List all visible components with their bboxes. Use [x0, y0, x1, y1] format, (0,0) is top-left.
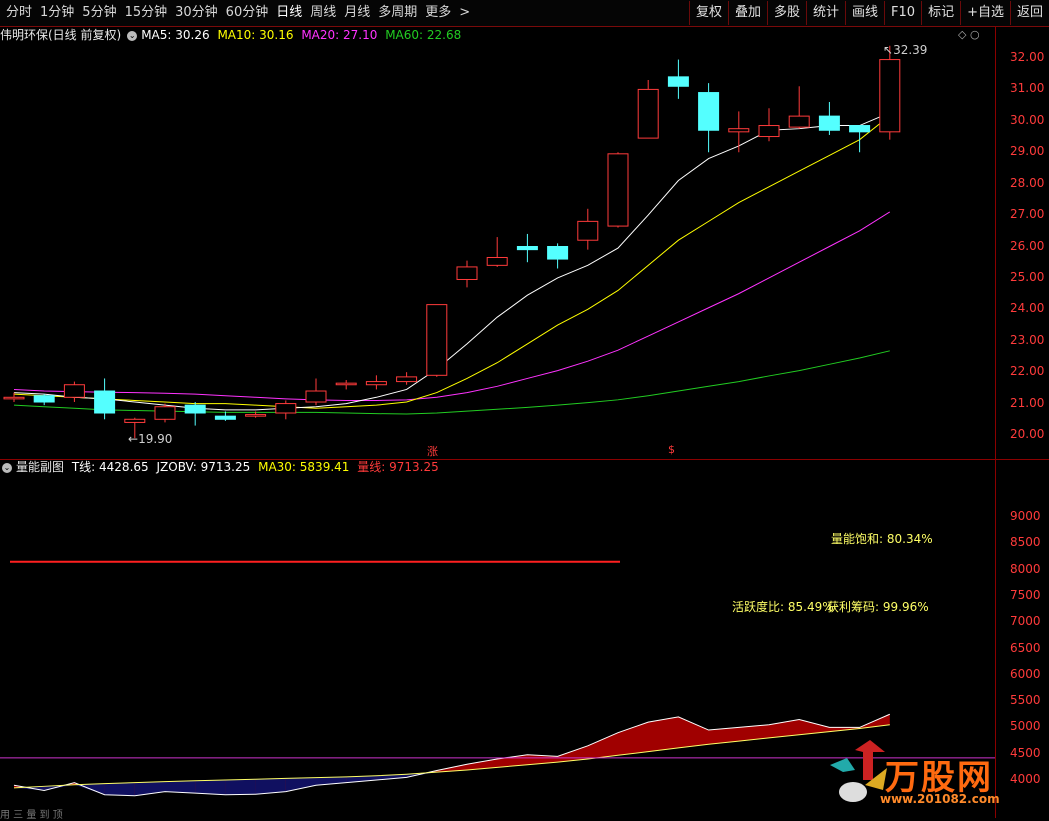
candle-body — [637, 88, 659, 139]
volume-below-area — [195, 780, 226, 795]
watermark-logo: 万股网 www.201082.com — [825, 740, 1000, 815]
kline-chart[interactable] — [0, 0, 1049, 818]
price-tick-label: 29.00 — [1010, 144, 1045, 159]
candle-body — [547, 246, 569, 260]
candle-body — [396, 376, 418, 383]
ma60-line — [13, 350, 890, 415]
candle-body — [124, 418, 146, 423]
candle-body — [728, 128, 750, 133]
candle-body — [698, 92, 720, 131]
watermark-url: www.201082.com — [880, 792, 1000, 806]
sub-tick-label: 6000 — [1010, 666, 1041, 681]
price-tick-label: 26.00 — [1010, 238, 1045, 253]
price-tick-label: 31.00 — [1010, 81, 1045, 96]
sub-tick-label: 8500 — [1010, 535, 1041, 550]
price-tick-label: 28.00 — [1010, 175, 1045, 190]
limit-up-marker: 涨 — [427, 445, 438, 458]
candle-body — [154, 406, 176, 420]
sub-tick-label: 6500 — [1010, 640, 1041, 655]
price-tick-label: 20.00 — [1010, 427, 1045, 441]
volume-below-area — [104, 782, 135, 796]
candle-body — [94, 390, 116, 414]
high-price-label: ↖32.39 — [883, 43, 928, 57]
footer-caption: 用 三 量 到 顶 — [0, 810, 63, 821]
candle-body — [879, 59, 901, 133]
candle-body — [275, 403, 297, 414]
price-tick-label: 21.00 — [1010, 395, 1045, 410]
volume-below-area — [165, 780, 196, 794]
candle-body — [335, 382, 357, 386]
candle-body — [184, 404, 206, 414]
candle-body — [486, 256, 508, 266]
sub-tick-label: 7000 — [1010, 614, 1041, 629]
sub-tick-label: 8000 — [1010, 561, 1041, 576]
ma20-line — [13, 211, 891, 401]
candle-body — [245, 414, 267, 417]
candle-body — [214, 415, 236, 420]
price-tick-label: 25.00 — [1010, 269, 1045, 284]
price-tick-label: 27.00 — [1010, 207, 1045, 222]
candle-body — [516, 246, 538, 251]
ma5-line — [13, 112, 890, 411]
sub-tick-label: 5000 — [1010, 719, 1041, 734]
price-tick-label: 23.00 — [1010, 332, 1045, 347]
candle-body — [305, 390, 327, 403]
candle-body — [849, 125, 871, 133]
candle-body — [607, 153, 629, 227]
activity-ratio-label: 活跃度比: 85.49% — [732, 600, 834, 614]
candle-body — [456, 266, 478, 280]
candle-body — [365, 381, 387, 386]
sub-tick-label: 5500 — [1010, 693, 1041, 708]
candle-body — [788, 115, 810, 128]
candle-body — [577, 220, 599, 241]
volume-below-area — [285, 777, 316, 792]
sub-tick-label: 4000 — [1010, 772, 1041, 786]
candle-body — [426, 304, 448, 376]
sub-tick-label: 7500 — [1010, 587, 1041, 602]
ma10-line — [13, 115, 891, 409]
price-tick-label: 24.00 — [1010, 301, 1045, 316]
sub-tick-label: 9000 — [1010, 509, 1041, 523]
candle-body — [63, 384, 85, 398]
candle-body — [3, 396, 25, 400]
sub-tick-label: 4500 — [1010, 745, 1041, 760]
candle-body — [33, 395, 55, 403]
candle-body — [758, 125, 780, 138]
saturation-label: 量能饱和: 80.34% — [831, 532, 933, 546]
candle-body — [818, 115, 840, 131]
candle-body — [667, 76, 689, 87]
price-tick-label: 32.00 — [1010, 50, 1045, 64]
profit-chips-label: 获利筹码: 99.96% — [827, 600, 929, 614]
signal-marker: $ — [668, 443, 675, 456]
low-price-label: ←19.90 — [128, 432, 173, 446]
price-tick-label: 22.00 — [1010, 364, 1045, 379]
volume-below-area — [225, 779, 256, 795]
price-tick-label: 30.00 — [1010, 112, 1045, 127]
